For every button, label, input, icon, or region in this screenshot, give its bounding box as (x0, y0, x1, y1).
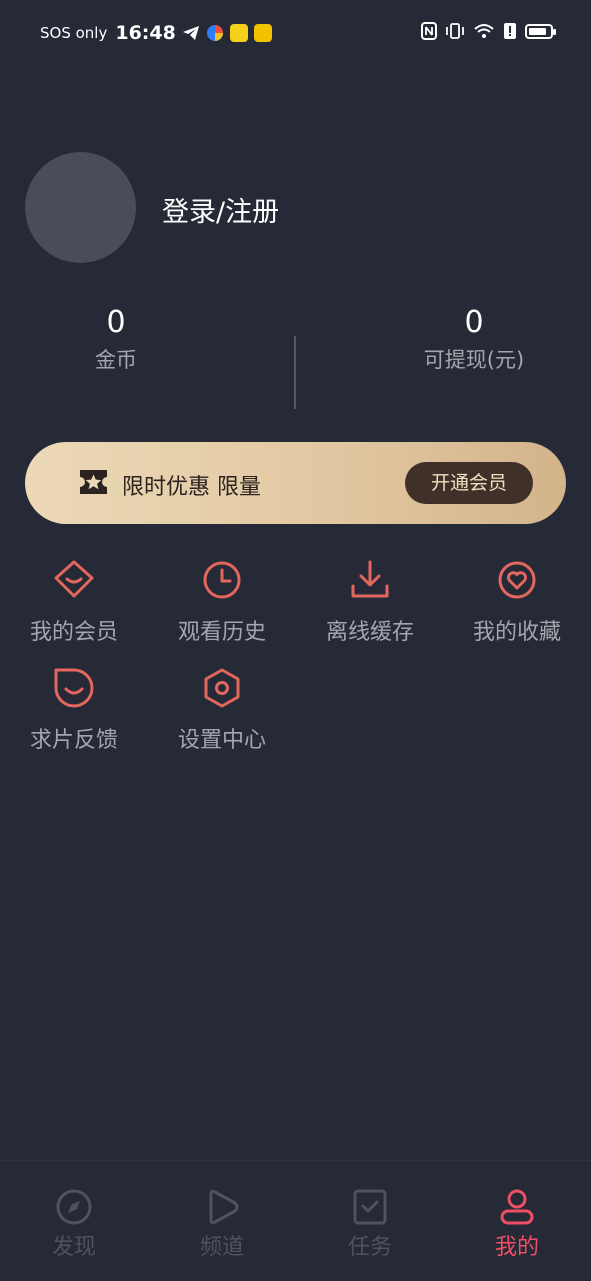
nav-label: 发现 (51, 1235, 96, 1260)
nav-label: 任务 (347, 1235, 392, 1260)
battery-icon (525, 23, 556, 39)
nav-mine[interactable]: 我的 (443, 1187, 591, 1261)
feature-label: 观看历史 (177, 620, 266, 645)
app-notification-icon-2 (253, 24, 272, 42)
nfc-icon (421, 22, 437, 40)
status-bar: SOS only 16:48 (0, 0, 591, 66)
bottom-nav: 发现 频道 任务 我的 (0, 1160, 591, 1281)
task-icon (353, 1189, 387, 1225)
signal-alert-icon (504, 23, 516, 39)
clock-icon (203, 561, 241, 599)
status-bar-right (421, 22, 556, 40)
feature-offline-cache[interactable]: 离线缓存 (296, 558, 444, 646)
nav-label: 频道 (199, 1235, 244, 1260)
feature-label: 离线缓存 (325, 620, 414, 645)
download-icon (351, 560, 389, 598)
stats-divider (294, 336, 296, 409)
feature-watch-history[interactable]: 观看历史 (148, 558, 296, 646)
feature-settings[interactable]: 设置中心 (148, 666, 296, 754)
open-vip-button[interactable]: 开通会员 (405, 462, 533, 504)
ticket-star-icon (80, 470, 107, 494)
coins-label: 金币 (95, 348, 137, 372)
withdrawable-label: 可提现(元) (423, 348, 525, 372)
feature-label: 我的收藏 (472, 620, 561, 645)
vip-diamond-icon (54, 560, 94, 598)
nav-channel[interactable]: 频道 (148, 1187, 296, 1261)
stat-coins[interactable]: 0 金币 (16, 305, 216, 374)
feedback-icon (54, 668, 94, 708)
withdrawable-value: 0 (464, 305, 484, 340)
promo-text: 限时优惠 限量 (122, 475, 261, 500)
nav-label: 我的 (494, 1235, 539, 1260)
login-register-link[interactable]: 登录/注册 (162, 190, 279, 229)
avatar[interactable] (25, 152, 136, 263)
heart-icon (498, 561, 536, 599)
clock-text: 16:48 (115, 22, 176, 44)
nav-tasks[interactable]: 任务 (296, 1187, 444, 1261)
feature-label: 我的会员 (29, 620, 118, 645)
vip-promo-banner[interactable]: 限时优惠 限量 开通会员 (25, 442, 566, 524)
coins-value: 0 (106, 305, 126, 340)
wifi-icon (474, 24, 494, 38)
settings-icon (204, 668, 240, 708)
carrier-text: SOS only (40, 24, 108, 42)
play-icon (209, 1189, 239, 1225)
battery-level (529, 27, 546, 35)
feature-request-feedback[interactable]: 求片反馈 (0, 666, 148, 754)
telegram-icon (182, 26, 199, 40)
feature-my-vip[interactable]: 我的会员 (0, 558, 148, 646)
stat-withdrawable[interactable]: 0 可提现(元) (374, 305, 574, 374)
nav-discover[interactable]: 发现 (0, 1187, 148, 1261)
status-bar-left: SOS only 16:48 (40, 22, 272, 44)
feature-my-favorites[interactable]: 我的收藏 (443, 558, 591, 646)
feature-label: 求片反馈 (29, 728, 118, 753)
app-logo-icon (206, 25, 223, 41)
feature-label: 设置中心 (177, 728, 266, 753)
vibrate-icon (446, 23, 464, 39)
app-notification-icon (229, 24, 248, 42)
profile-icon (500, 1189, 534, 1225)
compass-icon (56, 1189, 92, 1225)
